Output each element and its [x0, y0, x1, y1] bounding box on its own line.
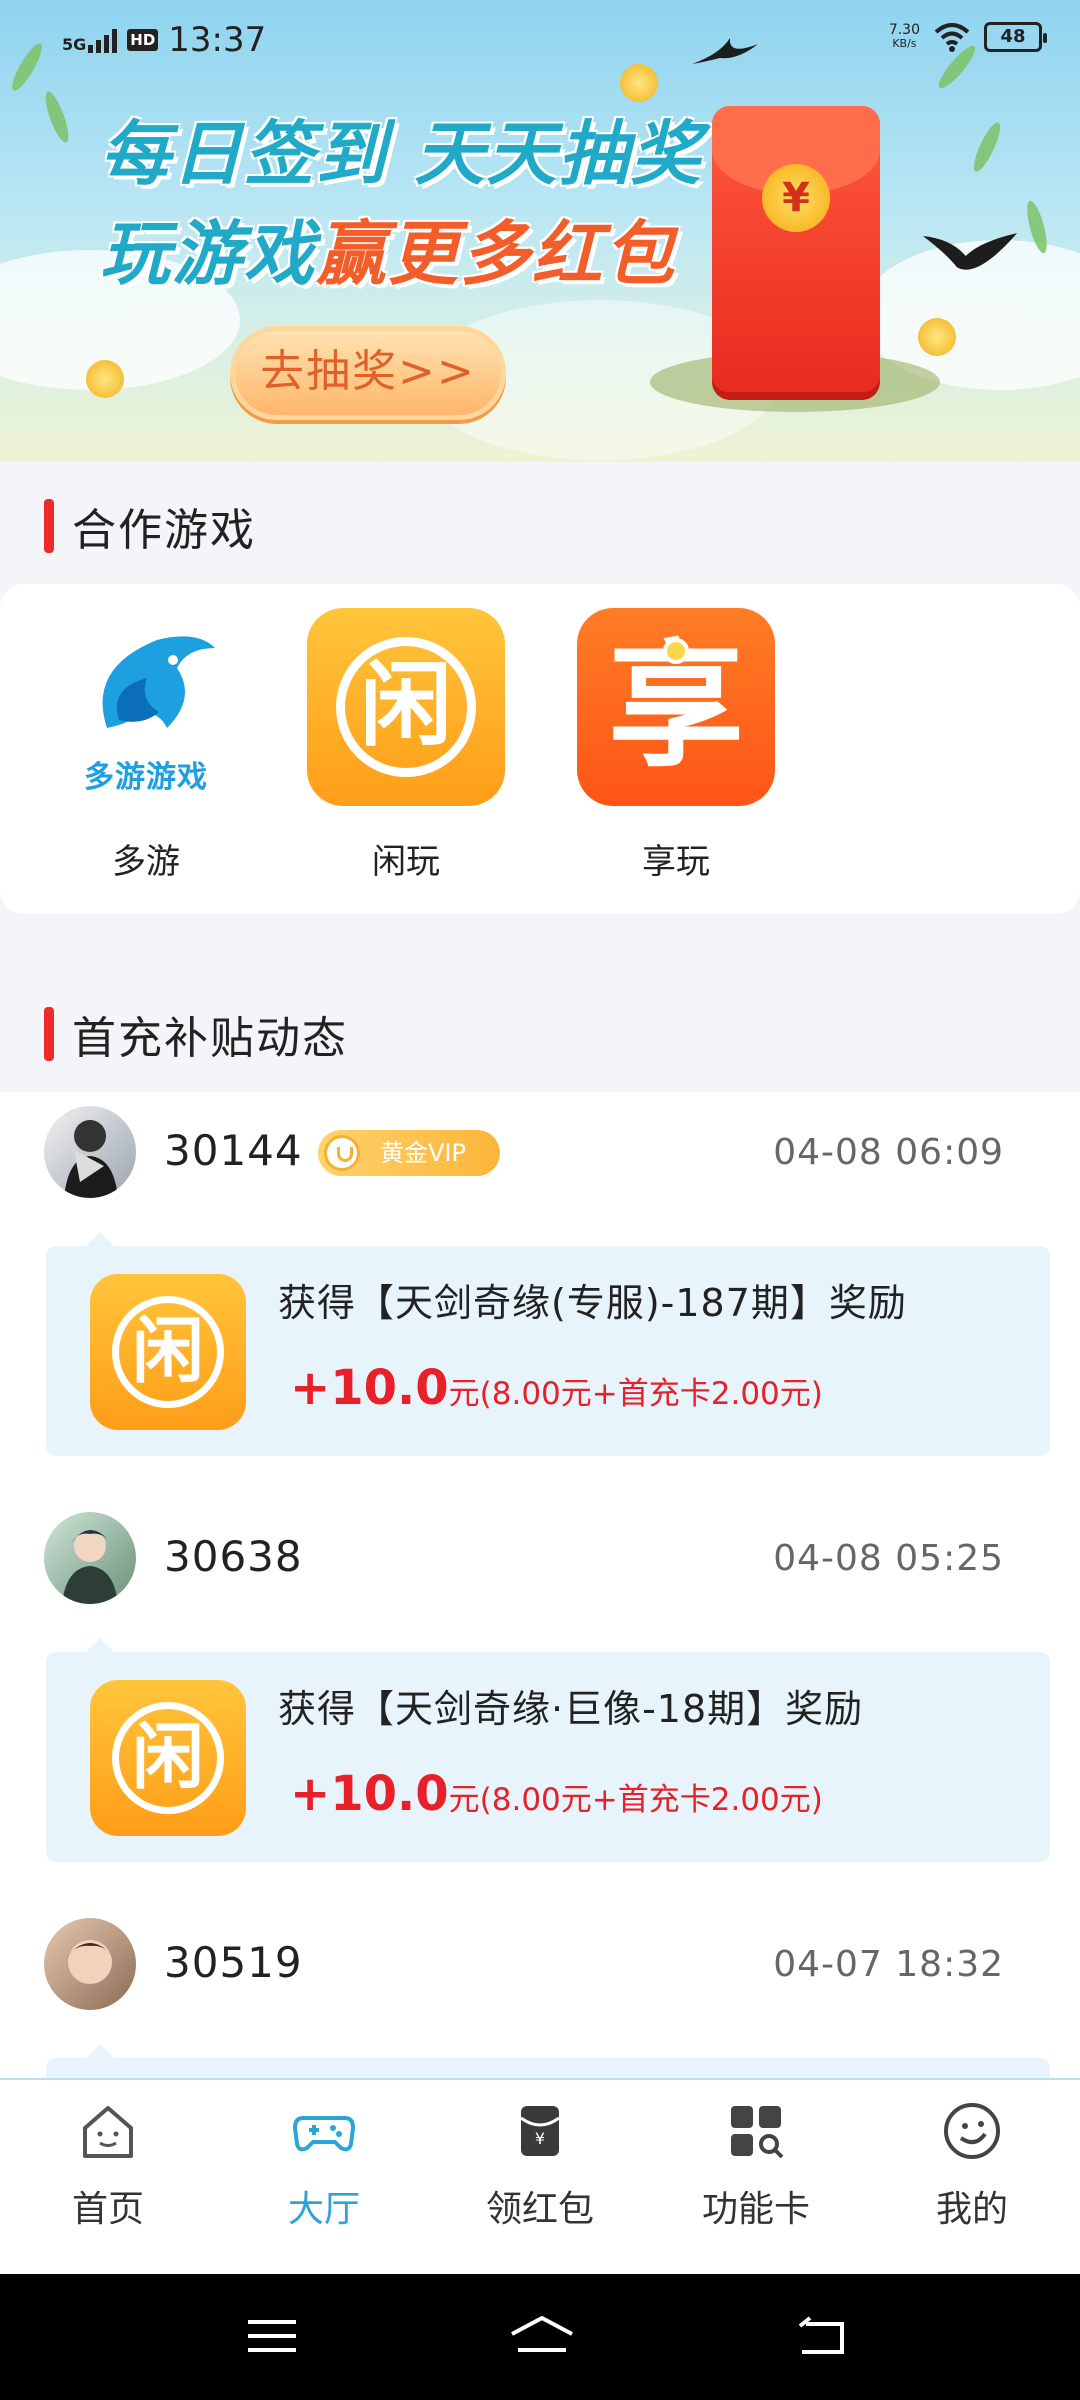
signal-icon: [88, 27, 118, 53]
timestamp: 04-08 05:25: [773, 1538, 1004, 1579]
tab-red-envelope[interactable]: ¥ 领红包: [432, 2098, 648, 2232]
battery-icon: 48: [984, 22, 1047, 52]
timestamp: 04-08 06:09: [773, 1132, 1004, 1173]
avatar[interactable]: [44, 1512, 136, 1604]
tab-function-card[interactable]: 功能卡: [648, 2098, 864, 2232]
reward-amount: +10.0元(8.00元+首充卡2.00元): [290, 1766, 823, 1822]
leaf-decoration: [41, 89, 73, 145]
reward-title: 获得【天剑奇缘·巨像-18期】奖励: [278, 1687, 864, 1731]
dolphin-icon: 多游游戏: [47, 608, 245, 806]
home-nav-icon[interactable]: [506, 2310, 578, 2362]
menu-icon[interactable]: [242, 2310, 302, 2362]
tab-home[interactable]: 首页: [0, 2098, 216, 2232]
partner-games-header: 合作游戏: [0, 466, 1080, 586]
section-title: 合作游戏: [72, 505, 256, 556]
app-root: 5G HD 13:37 7.30 KB/s 48 每日签到 天天抽奖 玩游戏赢更…: [0, 0, 1080, 2400]
user-id: 30638: [164, 1532, 303, 1581]
avatar[interactable]: [44, 1106, 136, 1198]
game-duoyou[interactable]: 多游游戏 多游: [46, 608, 246, 883]
xianwan-icon: 闲: [90, 1274, 246, 1430]
lottery-banner[interactable]: 5G HD 13:37 7.30 KB/s 48 每日签到 天天抽奖 玩游戏赢更…: [0, 0, 1080, 462]
tab-lobby[interactable]: 大厅: [216, 2098, 432, 2232]
wifi-icon: [934, 23, 970, 52]
game-xiangwan[interactable]: 享 享玩: [576, 608, 776, 883]
go-lottery-button[interactable]: 去抽奖>>: [230, 326, 506, 420]
section-accent-bar: [44, 1007, 54, 1061]
yuan-coin-icon: ¥: [762, 164, 830, 232]
network-speed: 7.30 KB/s: [888, 22, 920, 50]
vip-icon: [324, 1135, 360, 1171]
back-icon[interactable]: [792, 2310, 852, 2362]
gold-vip-badge: 黄金VIP: [318, 1130, 500, 1176]
svg-text:¥: ¥: [535, 2129, 545, 2148]
banner-headline: 每日签到 天天抽奖: [100, 113, 703, 195]
gamepad-icon: [293, 2116, 355, 2152]
red-envelope-illustration: ¥: [712, 106, 880, 392]
game-xianwan[interactable]: 闲 闲玩: [306, 608, 506, 883]
user-id: 30519: [164, 1938, 303, 1987]
reward-title: 获得【天剑奇缘(专服)-187期】奖励: [278, 1281, 907, 1325]
banner-subheadline: 玩游戏赢更多红包: [100, 213, 676, 295]
smiley-icon: [944, 2103, 1000, 2159]
partner-games-list: 多游游戏 多游 闲 闲玩 享 享玩: [0, 584, 1080, 914]
section-title: 首充补贴动态: [72, 1013, 348, 1064]
reward-amount: +10.0元(8.00元+首充卡2.00元): [290, 1360, 823, 1416]
user-id: 30144: [164, 1126, 303, 1175]
apps-search-icon: [731, 2106, 784, 2159]
xianwan-icon: 闲: [307, 608, 505, 806]
swallow-icon: [922, 233, 1018, 270]
tab-mine[interactable]: 我的: [864, 2098, 1080, 2232]
network-type: 5G: [62, 35, 87, 54]
game-name: 闲玩: [372, 842, 440, 882]
avatar[interactable]: [44, 1918, 136, 2010]
home-icon: [83, 2106, 133, 2158]
coin-decoration: [918, 318, 956, 356]
feed-entry[interactable]: 30144 黄金VIP 04-08 06:09 闲 获得【天剑奇缘(专服)-18…: [0, 1092, 1080, 1456]
hd-badge: HD: [127, 29, 159, 51]
clock: 13:37: [168, 20, 267, 60]
coin-decoration: [620, 64, 658, 102]
xiangwan-icon: 享: [577, 608, 775, 806]
reward-card[interactable]: 闲 获得【天剑奇缘·巨像-18期】奖励 +10.0元(8.00元+首充卡2.00…: [46, 1638, 1050, 1862]
game-name: 享玩: [642, 842, 710, 882]
recharge-feed-header: 首充补贴动态: [0, 974, 1080, 1094]
status-bar: 5G HD 13:37 7.30 KB/s 48: [0, 0, 1080, 80]
xianwan-icon: 闲: [90, 1680, 246, 1836]
recharge-feed: 30144 黄金VIP 04-08 06:09 闲 获得【天剑奇缘(专服)-18…: [0, 1092, 1080, 2268]
leaf-decoration: [969, 119, 1005, 175]
timestamp: 04-07 18:32: [773, 1944, 1004, 1985]
reward-card[interactable]: 闲 获得【天剑奇缘(专服)-187期】奖励 +10.0元(8.00元+首充卡2.…: [46, 1232, 1050, 1456]
system-navigation-bar: [0, 2274, 1080, 2400]
swallow-icon: [692, 38, 758, 64]
red-envelope-icon: ¥: [520, 2106, 560, 2156]
feed-entry[interactable]: 30638 04-08 05:25 闲 获得【天剑奇缘·巨像-18期】奖励 +1…: [0, 1498, 1080, 1862]
game-name: 多游: [112, 842, 180, 882]
section-accent-bar: [44, 499, 54, 553]
coin-decoration: [86, 360, 124, 398]
feed-entry[interactable]: 30519 04-07 18:32: [0, 1904, 1080, 2268]
bottom-tab-bar: 首页 大厅 ¥ 领红包 功能卡 我的: [0, 2078, 1080, 2274]
